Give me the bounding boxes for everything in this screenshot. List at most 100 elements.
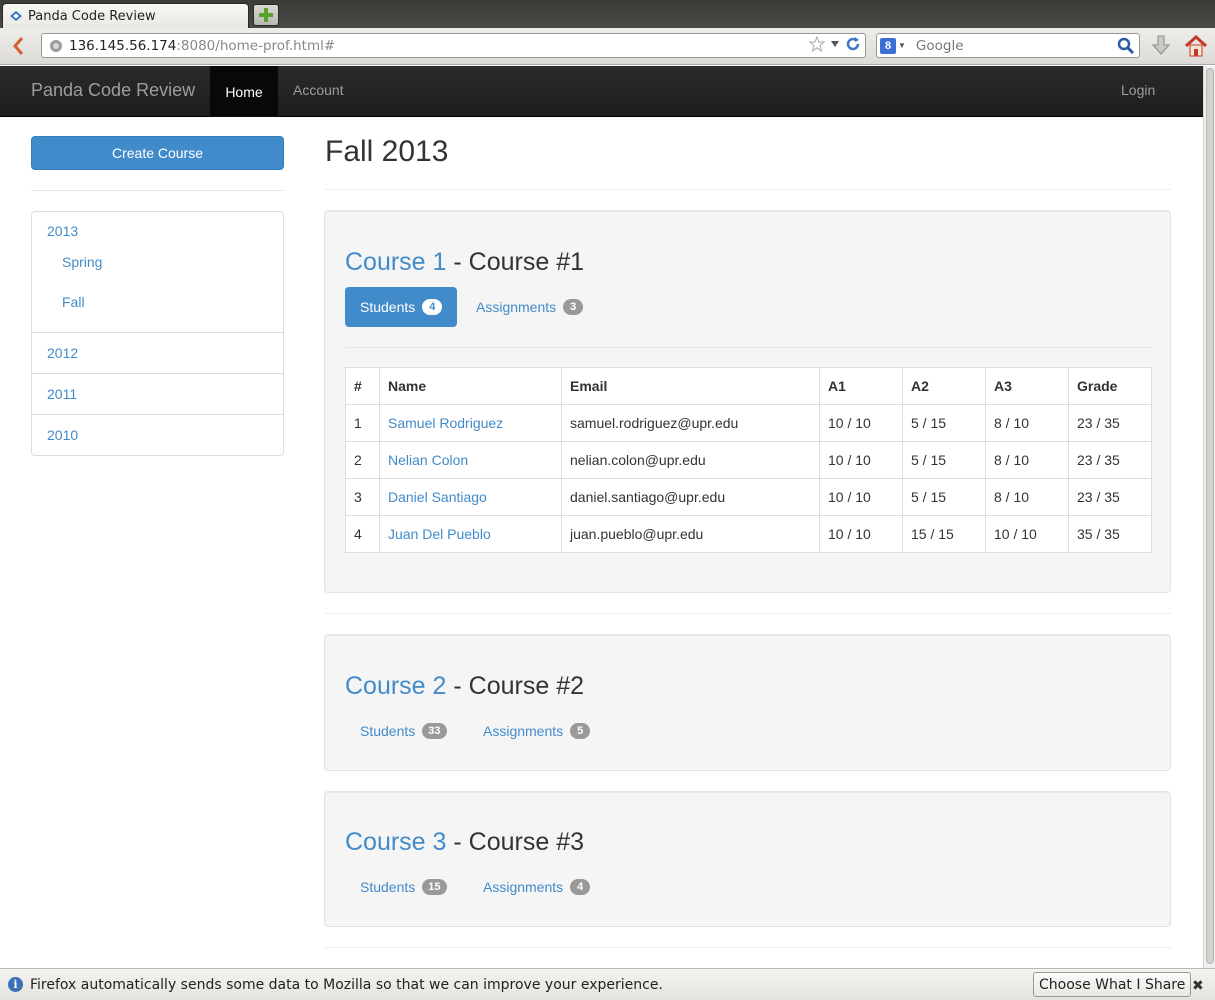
- course-title: Course 2 - Course #2: [345, 672, 584, 701]
- year-item[interactable]: 2011: [32, 373, 283, 414]
- course-link[interactable]: Course 3: [345, 828, 446, 856]
- tab-students-label: Students: [360, 879, 416, 895]
- nav-account[interactable]: Account: [293, 82, 344, 98]
- course-name: - Course #3: [446, 828, 585, 856]
- course-divider: [324, 613, 1171, 614]
- home-icon: [1184, 35, 1208, 57]
- course-card: Course 2 - Course #2 Students 33 Assignme…: [324, 634, 1171, 771]
- tab-title: Panda Code Review: [28, 8, 156, 24]
- page-title: Fall 2013: [325, 135, 449, 168]
- student-name-cell: Daniel Santiago: [379, 478, 562, 516]
- info-icon: i: [8, 977, 23, 992]
- student-name-cell: Juan Del Pueblo: [379, 515, 562, 553]
- students-count-badge: 33: [422, 723, 447, 739]
- col-a2-header: A2: [902, 367, 986, 405]
- close-icon[interactable]: ✖: [1192, 977, 1204, 994]
- grade-a1: 10 / 10: [819, 478, 903, 516]
- search-magnifier-icon[interactable]: [1117, 37, 1135, 58]
- col-a1-header: A1: [819, 367, 903, 405]
- browser-toolbar: 136.145.56.174:8080/home-prof.html# 8 ▼: [0, 28, 1215, 65]
- dropdown-arrow-icon[interactable]: [831, 41, 839, 47]
- year-2011-link[interactable]: 2011: [47, 386, 77, 402]
- tab-assignments[interactable]: Assignments 5: [468, 711, 605, 751]
- grade-a2: 5 / 15: [902, 441, 986, 479]
- year-2013-link[interactable]: 2013: [47, 223, 78, 239]
- tab-students[interactable]: Students 33: [345, 711, 462, 751]
- search-bar[interactable]: 8 ▼: [876, 33, 1140, 58]
- student-name-link[interactable]: Daniel Santiago: [388, 489, 487, 505]
- download-arrow-icon: [1152, 35, 1170, 55]
- engine-dropdown-icon[interactable]: ▼: [898, 41, 906, 50]
- tab-assignments[interactable]: Assignments 3: [461, 287, 598, 327]
- grade-a2: 5 / 15: [902, 404, 986, 442]
- site-navbar: Panda Code Review Home Account Login: [0, 66, 1203, 117]
- student-email: samuel.rodriguez@upr.edu: [561, 404, 820, 442]
- student-email: juan.pueblo@upr.edu: [561, 515, 820, 553]
- row-number: 1: [345, 404, 380, 442]
- tab-students-label: Students: [360, 723, 416, 739]
- grade-total: 23 / 35: [1068, 478, 1152, 516]
- tab-students[interactable]: Students 4: [345, 287, 458, 327]
- browser-tab[interactable]: Panda Code Review: [2, 3, 249, 28]
- student-name-link[interactable]: Nelian Colon: [388, 452, 468, 468]
- grade-a3: 8 / 10: [985, 478, 1069, 516]
- course-card: Course 3 - Course #3 Students 15 Assignme…: [324, 791, 1171, 927]
- grade-a3: 10 / 10: [985, 515, 1069, 553]
- choose-what-i-share-button[interactable]: Choose What I Share: [1033, 972, 1192, 997]
- new-tab-button[interactable]: [253, 4, 279, 26]
- course-name: - Course #2: [446, 672, 585, 700]
- home-button[interactable]: [1183, 33, 1209, 59]
- assignments-count-badge: 5: [570, 723, 591, 739]
- notification-text: Firefox automatically sends some data to…: [30, 976, 663, 993]
- semester-spring-link[interactable]: Spring: [62, 254, 102, 270]
- table-row: 3 Daniel Santiago daniel.santiago@upr.ed…: [345, 478, 1152, 516]
- brand-link[interactable]: Panda Code Review: [31, 80, 195, 101]
- year-list: 2013 Spring Fall 2012 2011 2010: [31, 211, 284, 456]
- table-row: 4 Juan Del Pueblo juan.pueblo@upr.edu 10…: [345, 515, 1152, 553]
- search-input[interactable]: [913, 36, 1114, 55]
- bookmark-star-icon[interactable]: [809, 36, 825, 52]
- url-host: 136.145.56.174: [69, 37, 177, 54]
- title-divider: [324, 189, 1171, 190]
- student-name-cell: Samuel Rodriguez: [379, 404, 562, 442]
- student-name-link[interactable]: Samuel Rodriguez: [388, 415, 503, 431]
- course-link[interactable]: Course 2: [345, 672, 446, 700]
- globe-icon: [49, 39, 63, 53]
- grade-a3: 8 / 10: [985, 404, 1069, 442]
- downloads-button[interactable]: [1150, 34, 1172, 58]
- year-2010-link[interactable]: 2010: [47, 427, 78, 443]
- student-name-cell: Nelian Colon: [379, 441, 562, 479]
- nav-login[interactable]: Login: [1121, 82, 1155, 98]
- grade-total: 23 / 35: [1068, 404, 1152, 442]
- student-name-link[interactable]: Juan Del Pueblo: [388, 526, 491, 542]
- assignments-count-badge: 4: [570, 879, 591, 895]
- student-email: daniel.santiago@upr.edu: [561, 478, 820, 516]
- create-course-button[interactable]: Create Course: [31, 136, 284, 170]
- tab-assignments-label: Assignments: [483, 723, 564, 739]
- col-name-header: Name: [379, 367, 562, 405]
- year-2012-link[interactable]: 2012: [47, 345, 78, 361]
- course-card: Course 1 - Course #1 Students 4 Assignmen…: [324, 210, 1171, 593]
- grade-total: 23 / 35: [1068, 441, 1152, 479]
- tab-assignments[interactable]: Assignments 4: [468, 867, 605, 907]
- scroll-thumb[interactable]: [1206, 68, 1214, 964]
- url-bar[interactable]: 136.145.56.174:8080/home-prof.html#: [41, 33, 866, 58]
- course-link[interactable]: Course 1: [345, 248, 446, 276]
- course-title: Course 1 - Course #1: [345, 248, 584, 277]
- google-engine-icon[interactable]: 8: [880, 37, 896, 54]
- back-button[interactable]: [8, 35, 28, 57]
- url-path: :8080/home-prof.html#: [176, 37, 336, 54]
- col-grade-header: Grade: [1068, 367, 1152, 405]
- telemetry-notification-bar: i Firefox automatically sends some data …: [0, 968, 1215, 1000]
- students-count-badge: 4: [422, 299, 443, 315]
- year-item[interactable]: 2012: [32, 332, 283, 373]
- tab-students[interactable]: Students 15: [345, 867, 462, 907]
- semester-fall-link[interactable]: Fall: [62, 294, 85, 310]
- row-number: 3: [345, 478, 380, 516]
- grade-total: 35 / 35: [1068, 515, 1152, 553]
- tab-students-label: Students: [360, 299, 416, 315]
- page-scrollbar[interactable]: [1203, 66, 1215, 968]
- year-item[interactable]: 2010: [32, 414, 283, 455]
- reload-icon[interactable]: [845, 36, 861, 52]
- nav-home[interactable]: Home: [210, 66, 278, 117]
